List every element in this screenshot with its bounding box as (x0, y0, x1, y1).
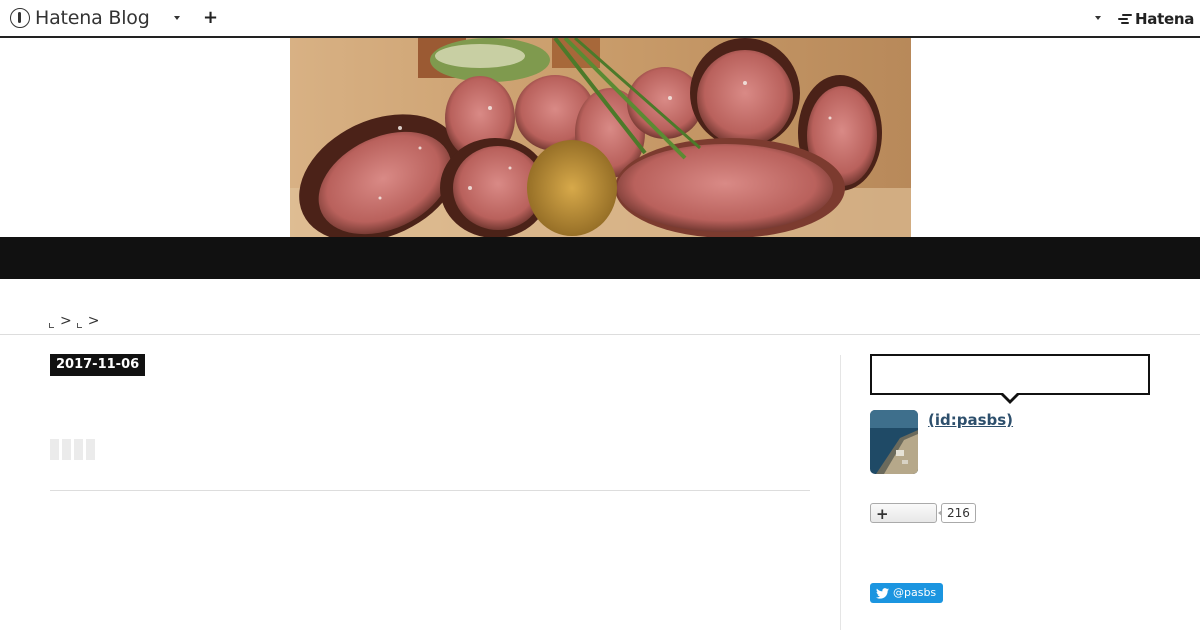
avatar-photo (870, 410, 918, 474)
twitter-follow-button[interactable]: @pasbs (870, 583, 944, 603)
profile-id-link[interactable]: (id:pasbs) (928, 411, 1013, 429)
roast-beef-photo (290, 38, 911, 237)
entry-title-placeholder (50, 439, 95, 460)
entry-date[interactable]: 2017-11-06 (50, 354, 146, 376)
entry-divider (50, 490, 810, 491)
breadcrumb-separator: > (60, 313, 72, 329)
bookmark-count[interactable]: 216 (938, 503, 976, 523)
twitter-follow-label: @pasbs (893, 586, 937, 599)
hatena-blog-logo-text: Hatena Blog (35, 7, 150, 29)
breadcrumb-item-category[interactable] (76, 322, 82, 328)
avatar[interactable] (870, 410, 918, 474)
breadcrumb: > > (48, 313, 103, 329)
breadcrumb-divider (0, 334, 1200, 335)
hatena-brand-text: Hatena (1135, 10, 1195, 28)
sidebar-divider (840, 355, 841, 630)
add-post-button[interactable]: + (203, 8, 218, 28)
hatena-logo-icon (1118, 13, 1132, 25)
hatena-blog-logo[interactable]: Hatena Blog (10, 7, 150, 29)
hatena-bookmark-add-button[interactable]: + (870, 503, 937, 523)
twitter-bird-icon (876, 587, 889, 599)
blog-title-band (0, 237, 1200, 279)
hatena-topbar: Hatena Blog + Hatena (0, 0, 1200, 38)
user-menu-chevron-down-icon[interactable] (1095, 16, 1101, 20)
chevron-down-icon[interactable] (174, 16, 180, 20)
breadcrumb-separator: > (87, 313, 100, 329)
profile-module-title (870, 354, 1150, 395)
plus-icon: + (876, 505, 889, 523)
hatena-brand-link[interactable]: Hatena (1118, 10, 1194, 28)
blog-header-image[interactable] (290, 38, 911, 237)
breadcrumb-item-home[interactable] (49, 322, 54, 328)
hatena-blog-logo-icon (10, 8, 30, 28)
